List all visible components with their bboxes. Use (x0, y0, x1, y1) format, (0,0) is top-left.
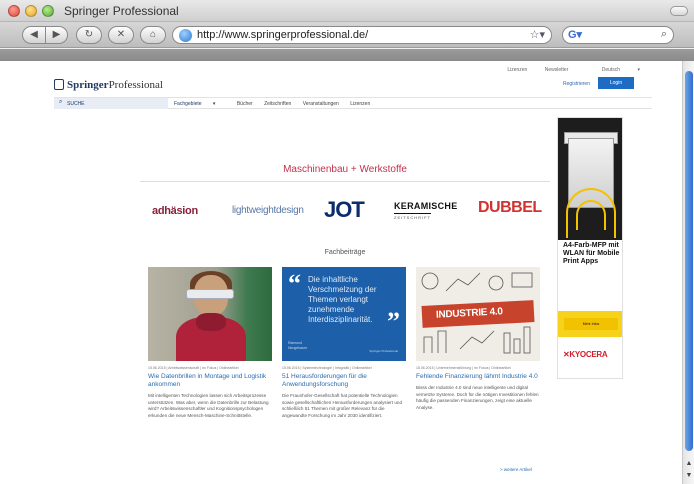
springer-logo[interactable]: SpringerProfessional (54, 79, 163, 91)
kyocera-logo: ✕KYOCERA (563, 350, 608, 359)
address-bar[interactable]: http://www.springerprofessional.de/ ☆▾ (172, 26, 552, 44)
article-card[interactable]: 15.06.2015 | Arbeitswissenschaft | Im Fo… (148, 267, 274, 419)
vertical-scrollbar[interactable]: ▲ ▼ (682, 61, 694, 484)
nav-item-zeitschriften[interactable]: Zeitschriften (264, 101, 291, 107)
site-favicon-icon (179, 29, 192, 42)
article-image-vr-glasses[interactable] (148, 267, 272, 361)
springer-horse-icon (54, 79, 64, 90)
magnifier-icon[interactable]: ⌕ (661, 28, 667, 41)
ad-cta-button[interactable]: Mehr Infos (564, 318, 618, 330)
logo-rest-text: Professional (108, 79, 163, 91)
stop-icon: ✕ (116, 29, 126, 40)
language-selector[interactable]: Deutsch ▾ (586, 67, 640, 73)
data-glasses-icon (186, 289, 234, 299)
section-divider (140, 181, 550, 182)
main-nav: ⌕ SUCHE Fachgebiete ▾ Bücher Zeitschrift… (54, 97, 652, 109)
forward-arrow-icon: ▶ (52, 29, 61, 40)
nav-item-fachgebiete[interactable]: Fachgebiete ▾ (174, 101, 225, 107)
wifi-inner-icon (576, 200, 606, 230)
article-title-link[interactable]: Wie Datenbrillen in Montage und Logistik… (148, 373, 274, 389)
home-icon: ⌂ (149, 29, 157, 40)
scroll-thumb[interactable] (685, 71, 693, 451)
google-search-engine-icon[interactable]: G▾ (568, 28, 582, 41)
toolbar-toggle-button[interactable] (670, 6, 688, 16)
reload-button[interactable]: ↻ (76, 26, 102, 44)
kyocera-label: KYOCERA (569, 350, 608, 359)
stop-button[interactable]: ✕ (108, 26, 134, 44)
article-meta: 15.06.2015 | Arbeitswissenschaft | Im Fo… (148, 366, 239, 370)
browser-window: Springer Professional ◀ ▶ ↻ ✕ ⌂ http://w… (0, 0, 694, 484)
browser-toolbar: ◀ ▶ ↻ ✕ ⌂ http://www.springerprofessiona… (0, 22, 694, 48)
brand-keramische-sub: ZEITSCHRIFT (394, 213, 431, 220)
more-articles-link[interactable]: > weitere Artikel (500, 467, 532, 472)
back-button[interactable]: ◀ (22, 26, 46, 44)
bookmark-star-icon[interactable]: ☆▾ (530, 28, 545, 41)
nav-items: Fachgebiete ▾ Bücher Zeitschriften Veran… (174, 101, 380, 107)
forward-button[interactable]: ▶ (46, 26, 68, 44)
journal-brand-row: adhäsion lightweightdesign JOT KERAMISCH… (148, 195, 548, 225)
home-button[interactable]: ⌂ (140, 26, 166, 44)
brand-dubbel[interactable]: DUBBEL (478, 199, 542, 217)
article-teaser: Mit intelligenten Technologien lassen si… (148, 393, 269, 418)
brand-jot[interactable]: JOT (324, 197, 365, 223)
scroll-down-arrow-icon[interactable]: ▼ (685, 471, 693, 481)
nav-item-buecher[interactable]: Bücher (237, 101, 253, 107)
brand-adhaesion[interactable]: adhäsion (152, 205, 198, 217)
search-field[interactable]: G▾ ⌕ (562, 26, 674, 44)
nav-search-label: SUCHE (67, 101, 85, 107)
login-button[interactable]: Login (598, 77, 634, 89)
brand-keramische[interactable]: KERAMISCHE (394, 201, 458, 211)
article-meta: 15.06.2015 | Unternehmensführung | Im Fo… (416, 366, 511, 370)
brand-adhaesion-label: adhäsion (152, 205, 198, 217)
util-link-lizenzen[interactable]: Lizenzen (507, 67, 527, 73)
nav-item-label: Fachgebiete (174, 101, 202, 107)
article-title-link[interactable]: Fehlende Finanzierung lähmt Industrie 4.… (416, 373, 542, 381)
quote-author: Raimund Neugebauer (288, 341, 308, 350)
article-teaser: Die Fraunhofer-Gesellschaft hat potentie… (282, 393, 403, 418)
window-title: Springer Professional (64, 4, 179, 18)
nav-item-veranstaltungen[interactable]: Veranstaltungen (303, 101, 339, 107)
reload-icon: ↻ (84, 29, 94, 40)
chevron-down-icon: ▾ (637, 67, 640, 73)
quote-brandline: Springer Professional (369, 349, 398, 353)
kyocera-ad[interactable]: A4-Farb-MFP mit WLAN für Mobile Print Ap… (557, 117, 623, 379)
article-meta: 15.06.2015 | Systemtechnologie | Infogra… (282, 366, 372, 370)
nav-search-box[interactable]: ⌕ SUCHE (54, 98, 168, 109)
article-teaser: Bisss der Industrie 4.0 sind neue intell… (416, 385, 539, 410)
brand-lightweightdesign[interactable]: lightweightdesign (232, 205, 304, 216)
minimize-window-button[interactable] (25, 5, 37, 17)
search-icon: ⌕ (59, 99, 63, 105)
article-card[interactable]: INDUSTRIE 4.0 15.06.2015 | Unternehmensf… (416, 267, 542, 411)
article-image-industrie[interactable]: INDUSTRIE 4.0 (416, 267, 540, 361)
quote-close-icon: ” (387, 307, 400, 336)
nav-item-lizenzen[interactable]: Lizenzen (350, 101, 370, 107)
article-card[interactable]: “ Die inhaltliche Verschmelzung der Them… (282, 267, 408, 419)
page-viewport: Lizenzen Newsletter Deutsch ▾ SpringerPr… (0, 61, 682, 484)
address-text[interactable]: http://www.springerprofessional.de/ (197, 29, 368, 41)
close-window-button[interactable] (8, 5, 20, 17)
util-link-newsletter[interactable]: Newsletter (545, 67, 569, 73)
zoom-window-button[interactable] (42, 5, 54, 17)
article-title-link[interactable]: 51 Herausforderungen für die Anwendungsf… (282, 373, 408, 389)
fachbeitraege-heading: Fachbeiträge (324, 249, 366, 256)
title-bar: Springer Professional (0, 0, 694, 22)
chevron-down-icon: ▾ (212, 101, 216, 107)
logo-bold-text: Springer (67, 79, 109, 91)
scroll-up-arrow-icon[interactable]: ▲ (685, 459, 693, 469)
tab-strip (0, 49, 694, 61)
quote-open-icon: “ (288, 269, 301, 298)
back-arrow-icon: ◀ (30, 29, 38, 40)
section-title: Maschinenbau + Werkstoffe (283, 164, 407, 175)
utility-links: Lizenzen Newsletter Deutsch ▾ (491, 67, 640, 73)
ad-image (558, 118, 622, 240)
language-label: Deutsch (601, 67, 621, 73)
article-image-quote[interactable]: “ Die inhaltliche Verschmelzung der Them… (282, 267, 406, 361)
register-link[interactable]: Registrieren (563, 81, 590, 87)
ad-headline: A4-Farb-MFP mit WLAN für Mobile Print Ap… (563, 242, 620, 265)
